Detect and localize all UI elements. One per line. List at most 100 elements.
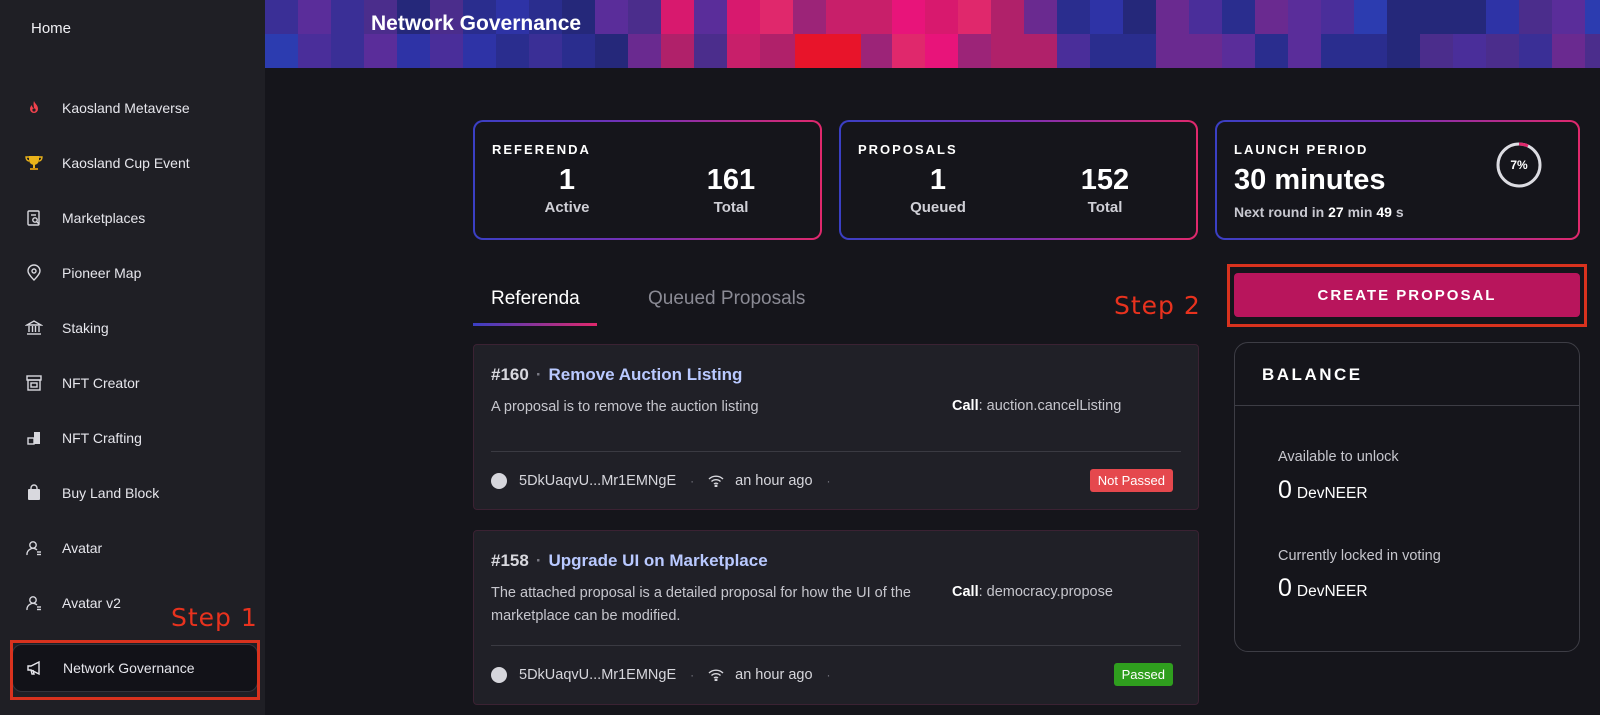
- balance-panel: BALANCE Available to unlock 0 DevNEER Cur…: [1234, 342, 1580, 652]
- launch-period-value: 30 minutes: [1234, 164, 1386, 196]
- sidebar-item-nft-crafting[interactable]: NFT Crafting: [12, 413, 258, 463]
- banner-tile: [430, 34, 463, 68]
- sidebar-item-nft-creator[interactable]: NFT Creator: [12, 358, 258, 408]
- banner-tile: [1321, 34, 1354, 68]
- stat-value: 1: [929, 164, 947, 196]
- referenda-stat-card: REFERENDA 1 Active 161 Total: [473, 120, 822, 240]
- active-stat: 1 Active: [507, 164, 627, 216]
- sidebar-item-marketplaces[interactable]: Marketplaces: [12, 193, 258, 243]
- stat-label: Active: [544, 199, 590, 216]
- banner-tile: [1024, 34, 1057, 68]
- header-banner: Network Governance: [265, 0, 1600, 68]
- total-stat: 161 Total: [671, 164, 791, 216]
- step-2-annotation: Step 2: [1114, 291, 1201, 320]
- available-to-unlock-label: Available to unlock: [1278, 449, 1399, 465]
- banner-tile: [1486, 0, 1519, 34]
- referendum-call: Call: auction.cancelListing: [952, 398, 1122, 414]
- flame-icon: [24, 98, 44, 118]
- banner-tile: [1090, 0, 1123, 34]
- banner-tile: [1585, 0, 1600, 34]
- banner-tile: [1552, 34, 1585, 68]
- user-icon: [24, 593, 44, 613]
- sidebar-item-buy-land-block[interactable]: Buy Land Block: [12, 468, 258, 518]
- status-badge: Passed: [1113, 663, 1173, 686]
- banner-tile: [1156, 0, 1189, 34]
- referendum-title[interactable]: Upgrade UI on Marketplace: [549, 551, 768, 570]
- banner-tile: [1354, 34, 1387, 68]
- referendum-description: A proposal is to remove the auction list…: [491, 399, 759, 415]
- banner-tile: [595, 0, 628, 34]
- banner-tile: [1123, 34, 1156, 68]
- sidebar-item-label: NFT Creator: [62, 375, 140, 391]
- banner-tile: [760, 0, 793, 34]
- sidebar-item-kaosland-cup-event[interactable]: Kaosland Cup Event: [12, 138, 258, 188]
- banner-tile: [1288, 34, 1321, 68]
- referendum-title[interactable]: Remove Auction Listing: [549, 365, 743, 384]
- locked-in-voting-value: 0 DevNEER: [1278, 574, 1368, 602]
- banner-tile: [1222, 34, 1255, 68]
- sidebar-item-pioneer-map[interactable]: Pioneer Map: [12, 248, 258, 298]
- banner-tile: [694, 34, 727, 68]
- banner-tile: [727, 0, 760, 34]
- sidebar-item-label: Avatar v2: [62, 595, 121, 611]
- banner-tile: [958, 0, 991, 34]
- timestamp: an hour ago: [735, 666, 813, 683]
- banner-tile: [958, 34, 991, 68]
- separator-dot: ·: [535, 365, 542, 384]
- stat-value: 161: [706, 164, 756, 196]
- referendum-footer: 5DkUaqvU...Mr1EMNgE · an hour ago · Pass…: [491, 663, 1173, 686]
- banner-tile: [727, 34, 760, 68]
- banner-tile: [892, 34, 925, 68]
- referendum-call: Call: democracy.propose: [952, 584, 1113, 600]
- referendum-heading: #158 · Upgrade UI on Marketplace: [491, 551, 768, 571]
- banner-tile: [595, 34, 628, 68]
- card-heading: REFERENDA: [492, 142, 591, 157]
- sidebar-item-label: Avatar: [62, 540, 103, 556]
- sidebar-item-label: Staking: [62, 320, 109, 336]
- sidebar-item-home[interactable]: Home: [31, 20, 71, 37]
- referendum-card[interactable]: #160 · Remove Auction Listing A proposal i…: [473, 344, 1199, 510]
- total-stat: 152 Total: [1045, 164, 1165, 216]
- banner-tile: [793, 0, 826, 34]
- banner-tile: [397, 34, 430, 68]
- separator-dot: ·: [826, 473, 831, 488]
- banner-tile: [826, 0, 859, 34]
- active-tab-indicator: [473, 323, 597, 326]
- status-badge: Not Passed: [1089, 469, 1173, 492]
- create-proposal-button[interactable]: CREATE PROPOSAL: [1234, 273, 1580, 317]
- sidebar-item-label: Pioneer Map: [62, 265, 142, 281]
- banner-tile: [463, 34, 496, 68]
- timestamp: an hour ago: [735, 472, 813, 489]
- banner-tile: [859, 34, 892, 68]
- referendum-number: #158: [491, 551, 529, 570]
- tab-queued-proposals[interactable]: Queued Proposals: [648, 288, 805, 310]
- trophy-icon: [24, 153, 44, 173]
- user-icon: [24, 538, 44, 558]
- locked-in-voting-label: Currently locked in voting: [1278, 548, 1441, 564]
- separator-dot: ·: [690, 667, 695, 682]
- banner-tile: [795, 34, 861, 68]
- step-1-annotation: Step 1: [171, 603, 258, 632]
- sidebar-item-staking[interactable]: Staking: [12, 303, 258, 353]
- banner-tile: [265, 34, 298, 68]
- banner-tile: [661, 0, 694, 34]
- banner-tile: [694, 0, 727, 34]
- author-address[interactable]: 5DkUaqvU...Mr1EMNgE: [519, 473, 676, 489]
- sidebar-item-kaosland-metaverse[interactable]: Kaosland Metaverse: [12, 83, 258, 133]
- referendum-card[interactable]: #158 · Upgrade UI on Marketplace The attac…: [473, 530, 1199, 705]
- sidebar-item-label: Kaosland Metaverse: [62, 100, 190, 116]
- store-icon: [24, 373, 44, 393]
- step-1-highlight: [10, 640, 260, 700]
- banner-tile: [331, 34, 364, 68]
- banner-tile: [1090, 34, 1123, 68]
- launch-period-card: LAUNCH PERIOD 30 minutes Next round in 2…: [1215, 120, 1580, 240]
- tab-referenda[interactable]: Referenda: [491, 288, 580, 310]
- stat-label: Total: [713, 199, 749, 216]
- banner-tile: [1222, 0, 1255, 34]
- banner-tile: [1288, 0, 1321, 34]
- sidebar-item-avatar[interactable]: Avatar: [12, 523, 258, 573]
- author-address[interactable]: 5DkUaqvU...Mr1EMNgE: [519, 667, 676, 683]
- blocks-icon: [24, 428, 44, 448]
- banner-tile: [991, 34, 1024, 68]
- banner-tile: [1057, 0, 1090, 34]
